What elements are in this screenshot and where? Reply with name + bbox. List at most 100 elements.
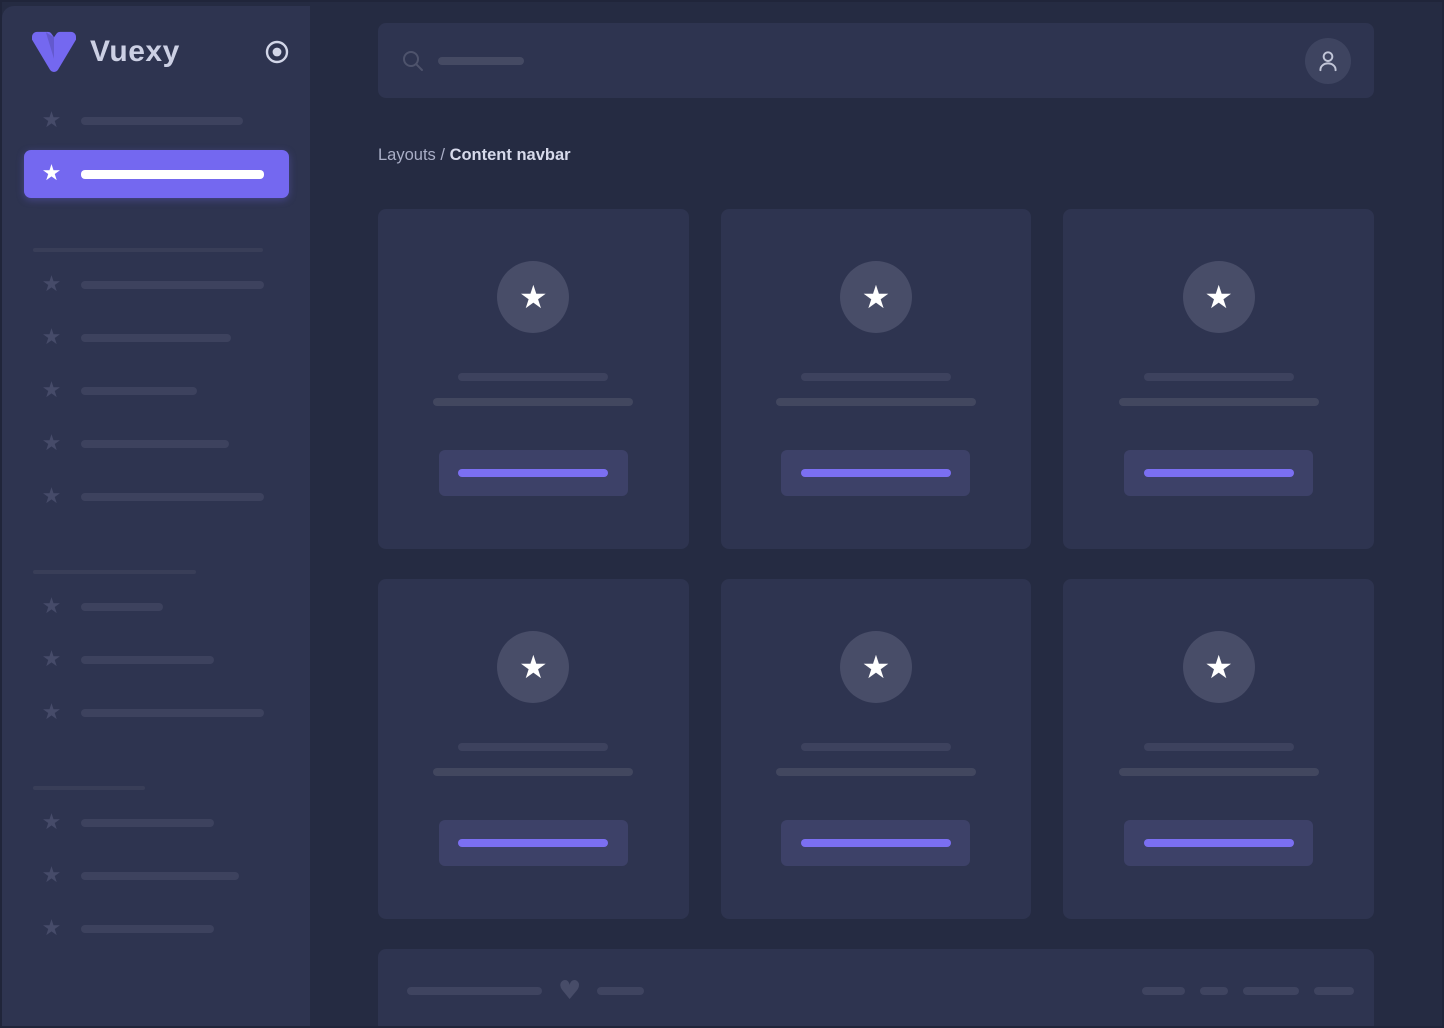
- skeleton-text-bar: [81, 387, 197, 395]
- card-action-button[interactable]: [781, 450, 970, 496]
- skeleton-text-bar: [81, 709, 264, 717]
- sidebar-item[interactable]: ★: [39, 271, 310, 299]
- sidebar-header: Vuexy: [28, 28, 290, 76]
- skeleton-text-bar: [81, 334, 231, 342]
- skeleton-text-bar: [776, 398, 976, 406]
- sidebar-item[interactable]: ★: [39, 862, 310, 890]
- skeleton-text-bar: [81, 656, 214, 664]
- sidebar-item[interactable]: ★: [39, 593, 310, 621]
- skeleton-text-bar: [597, 987, 644, 995]
- star-icon: ★: [862, 648, 891, 686]
- sidebar-item[interactable]: ★: [39, 377, 310, 405]
- sidebar-section-label: [33, 248, 310, 252]
- skeleton-text-bar: [81, 440, 229, 448]
- card-action-button[interactable]: [439, 450, 628, 496]
- skeleton-text-bar: [458, 743, 608, 751]
- user-avatar[interactable]: [1305, 38, 1351, 84]
- card-action-button[interactable]: [781, 820, 970, 866]
- sidebar-item[interactable]: ★: [39, 324, 310, 352]
- search-input[interactable]: [401, 49, 524, 73]
- card-avatar: ★: [840, 631, 912, 703]
- skeleton-text-bar: [407, 987, 542, 995]
- menu-collapse-toggle-icon[interactable]: [264, 39, 290, 65]
- card-avatar: ★: [1183, 261, 1255, 333]
- footer-card: ♥: [378, 949, 1374, 1028]
- skeleton-text-bar: [433, 398, 633, 406]
- skeleton-text-bar: [801, 373, 951, 381]
- button-label-bar: [1144, 469, 1294, 477]
- star-icon: ★: [39, 812, 64, 834]
- skeleton-text-bar: [81, 872, 239, 880]
- button-label-bar: [458, 839, 608, 847]
- footer-right-group: [1142, 983, 1354, 999]
- person-icon: [1315, 48, 1341, 74]
- content-card: ★: [378, 209, 689, 549]
- main-content: Layouts / Content navbar ★★★★★★ ♥: [312, 4, 1440, 1026]
- card-avatar: ★: [840, 261, 912, 333]
- skeleton-text-bar: [1144, 743, 1294, 751]
- sidebar-item[interactable]: ★: [39, 809, 310, 837]
- skeleton-text-bar: [1243, 987, 1299, 995]
- sidebar: Vuexy ★ ★ ★ ★ ★ ★ ★ ★ ★ ★ ★ ★ ★: [2, 6, 310, 1026]
- sidebar-item-active[interactable]: ★: [24, 150, 289, 198]
- skeleton-text-bar: [776, 768, 976, 776]
- brand-name: Vuexy: [90, 35, 180, 69]
- heart-icon: ♥: [558, 983, 581, 999]
- content-card: ★: [1063, 579, 1374, 919]
- star-icon: ★: [1204, 278, 1233, 316]
- card-avatar: ★: [497, 261, 569, 333]
- content-card: ★: [378, 579, 689, 919]
- sidebar-item[interactable]: ★: [39, 646, 310, 674]
- star-icon: ★: [39, 274, 64, 296]
- sidebar-item[interactable]: ★: [39, 699, 310, 727]
- card-action-button[interactable]: [439, 820, 628, 866]
- sidebar-item[interactable]: ★: [39, 107, 310, 135]
- sidebar-item[interactable]: ★: [39, 430, 310, 458]
- skeleton-text-bar: [81, 281, 264, 289]
- star-icon: ★: [39, 110, 64, 132]
- skeleton-text-bar: [1142, 987, 1185, 995]
- star-icon: ★: [39, 327, 64, 349]
- star-icon: ★: [519, 278, 548, 316]
- button-label-bar: [1144, 839, 1294, 847]
- star-icon: ★: [39, 702, 64, 724]
- footer-left-group: ♥: [407, 983, 644, 999]
- star-icon: ★: [39, 486, 64, 508]
- star-icon: ★: [39, 649, 64, 671]
- skeleton-text-bar: [81, 819, 214, 827]
- app-window: Vuexy ★ ★ ★ ★ ★ ★ ★ ★ ★ ★ ★ ★ ★: [0, 0, 1444, 1028]
- star-icon: ★: [519, 648, 548, 686]
- star-icon: ★: [39, 380, 64, 402]
- content-card: ★: [721, 209, 1032, 549]
- skeleton-text-bar: [81, 925, 214, 933]
- breadcrumb-section[interactable]: Layouts: [378, 146, 436, 164]
- cards-grid: ★ ★ ★ ★ ★ ★: [378, 209, 1374, 919]
- sidebar-section-label: [33, 570, 310, 574]
- star-icon: ★: [39, 865, 64, 887]
- skeleton-text-bar: [81, 493, 264, 501]
- star-icon: ★: [1204, 648, 1233, 686]
- sidebar-item[interactable]: ★: [39, 483, 310, 511]
- top-navbar: [378, 23, 1374, 98]
- star-icon: ★: [39, 918, 64, 940]
- content-card: ★: [721, 579, 1032, 919]
- vuexy-logo-icon: [28, 30, 80, 74]
- skeleton-text-bar: [81, 170, 264, 179]
- content-card: ★: [1063, 209, 1374, 549]
- button-label-bar: [801, 839, 951, 847]
- skeleton-text-bar: [458, 373, 608, 381]
- card-action-button[interactable]: [1124, 820, 1313, 866]
- sidebar-item[interactable]: ★: [39, 915, 310, 943]
- skeleton-text-bar: [1119, 398, 1319, 406]
- breadcrumb-separator: /: [436, 146, 450, 164]
- skeleton-text-bar: [33, 248, 263, 252]
- skeleton-text-bar: [1200, 987, 1228, 995]
- button-label-bar: [458, 469, 608, 477]
- button-label-bar: [801, 469, 951, 477]
- skeleton-text-bar: [33, 570, 196, 574]
- star-icon: ★: [39, 433, 64, 455]
- sidebar-section-label: [33, 786, 310, 790]
- skeleton-text-bar: [81, 603, 163, 611]
- sidebar-menu: ★ ★ ★ ★ ★ ★ ★ ★ ★ ★ ★ ★ ★: [2, 107, 310, 968]
- card-action-button[interactable]: [1124, 450, 1313, 496]
